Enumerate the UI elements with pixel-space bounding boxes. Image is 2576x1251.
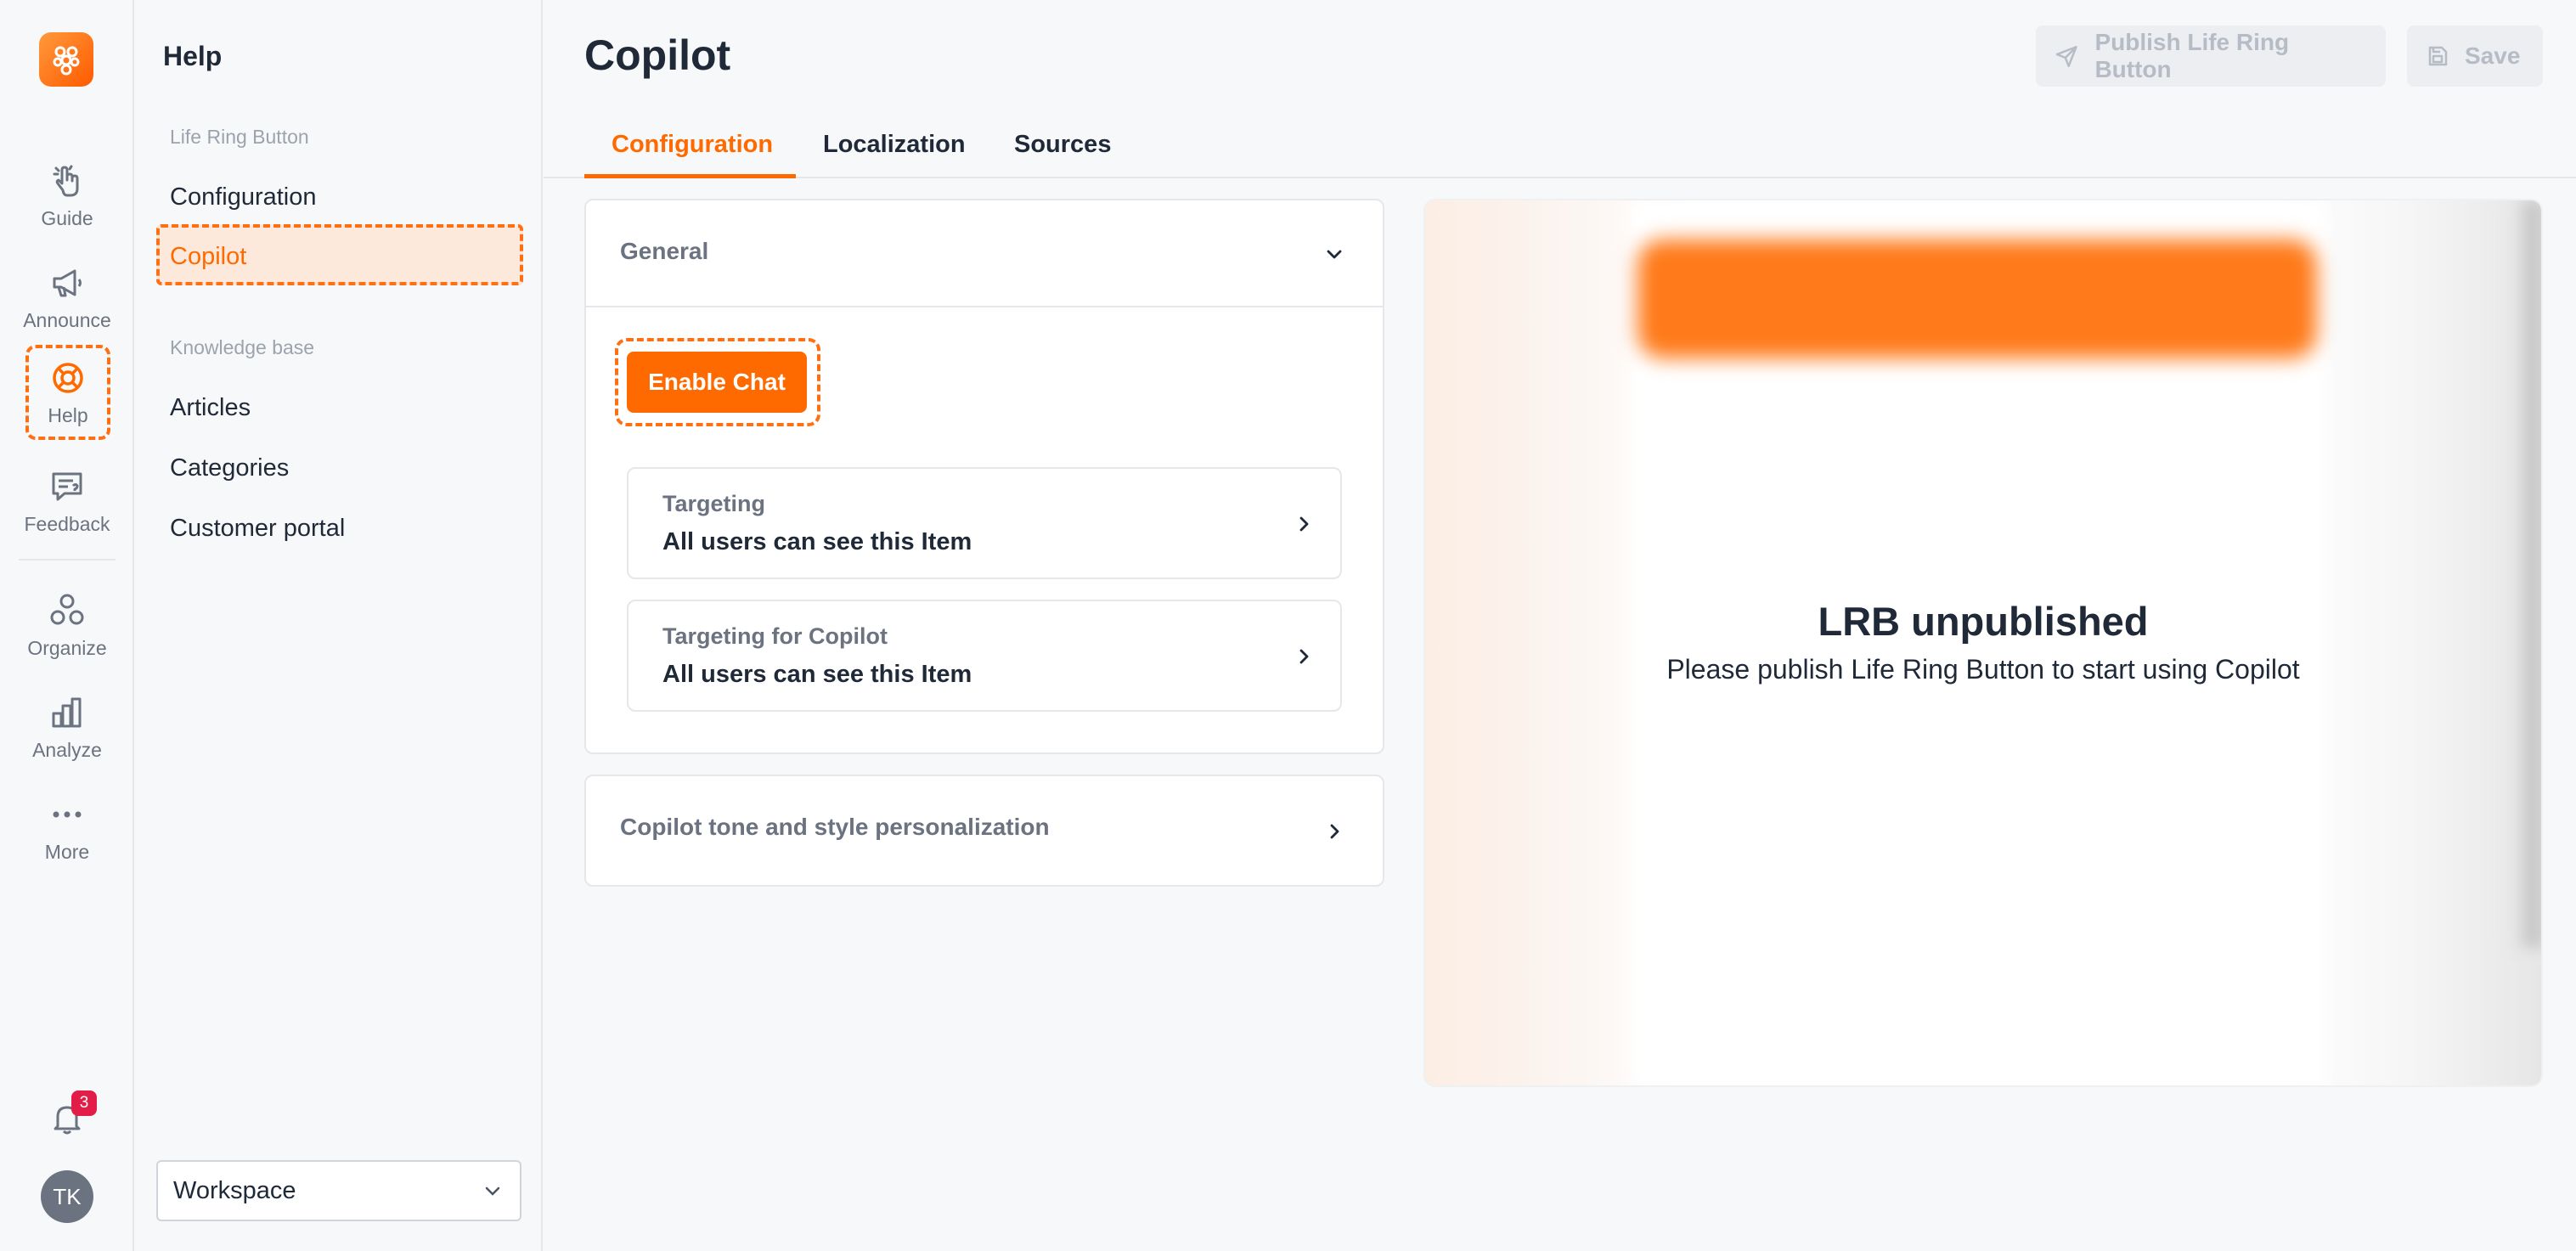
rail-analyze-label: Analyze [32,738,102,761]
chevron-right-icon [1299,649,1309,664]
chevron-right-icon [1299,516,1309,532]
sidebar-item-copilot[interactable]: Copilot [156,224,523,285]
targeting-copilot-title: Targeting for Copilot [662,623,888,649]
rail-announce[interactable]: Announce [10,253,124,341]
save-label: Save [2465,42,2521,69]
rail-guide-label: Guide [41,206,93,229]
preview-title: LRB unpublished [1818,599,2149,644]
preview-header-blur [1637,239,2317,358]
copilot-tone-title: Copilot tone and style personalization [620,814,1050,840]
bar-chart-icon [52,697,82,727]
rail-feedback-label: Feedback [24,512,110,535]
sidebar-item-configuration[interactable]: Configuration [170,183,317,211]
tab-configuration[interactable]: Configuration [612,131,773,159]
workspace-select[interactable]: Workspace [156,1160,521,1221]
rail-guide[interactable]: Guide [10,151,124,239]
rail-feedback[interactable]: Feedback [10,457,124,545]
enable-chat-button[interactable]: Enable Chat [627,352,807,413]
rail-help-label: Help [48,403,88,426]
chevron-down-icon[interactable] [1322,241,1347,267]
rail-announce-label: Announce [23,308,111,331]
publish-button[interactable]: Publish Life Ring Button [2036,25,2386,87]
targeting-value: All users can see this Item [662,528,972,555]
preview-subtitle: Please publish Life Ring Button to start… [1666,654,2300,685]
life-ring-icon [53,362,83,393]
rail-divider [19,559,116,561]
section-label-knowledge-base: Knowledge base [170,336,315,358]
sidebar-item-customer-portal[interactable]: Customer portal [170,515,345,543]
sidebar-title: Help [163,41,223,71]
grapes-icon [53,46,80,76]
targeting-copilot-card[interactable]: Targeting for Copilot All users can see … [627,600,1342,712]
avatar[interactable]: TK [41,1170,93,1223]
chevron-right-icon [1330,824,1339,839]
feedback-icon [52,472,82,500]
hand-pointer-icon [53,165,79,196]
sidebar-item-categories[interactable]: Categories [170,454,289,482]
workspace-label: Workspace [173,1176,296,1204]
secondary-sidebar: Help Life Ring Button Configuration Copi… [136,0,543,1251]
megaphone-icon [53,269,82,296]
general-title: General [620,238,709,264]
rail-organize-label: Organize [27,636,107,659]
notification-badge: 3 [71,1090,97,1116]
preview-scroll-edge [2507,200,2541,948]
targeting-title: Targeting [662,491,765,516]
rail-organize[interactable]: Organize [10,581,124,669]
publish-label: Publish Life Ring Button [2094,29,2290,82]
tab-sources[interactable]: Sources [1014,131,1111,159]
rail-more-label: More [44,840,90,863]
rail-more[interactable]: More [10,785,124,873]
save-icon [2428,46,2448,66]
save-button[interactable]: Save [2407,25,2543,87]
tabs-divider [544,177,2576,178]
rail-analyze[interactable]: Analyze [10,683,124,771]
active-tab-indicator [584,174,796,178]
chevron-down-icon [485,1186,500,1196]
send-icon [2055,45,2077,68]
organize-icon [50,594,84,624]
more-dots-icon [53,811,82,817]
app-logo[interactable] [39,32,93,87]
icon-rail: Guide Announce Help Feedback Organize An… [0,0,134,1251]
section-label-life-ring-button: Life Ring Button [170,126,309,148]
copilot-tone-card[interactable]: Copilot tone and style personalization [584,775,1384,887]
tab-localization[interactable]: Localization [823,131,966,159]
sidebar-item-articles[interactable]: Articles [170,394,251,422]
targeting-copilot-value: All users can see this Item [662,661,972,688]
page-title: Copilot [584,31,731,79]
rail-help[interactable]: Help [25,345,110,440]
targeting-card[interactable]: Targeting All users can see this Item [627,467,1342,579]
